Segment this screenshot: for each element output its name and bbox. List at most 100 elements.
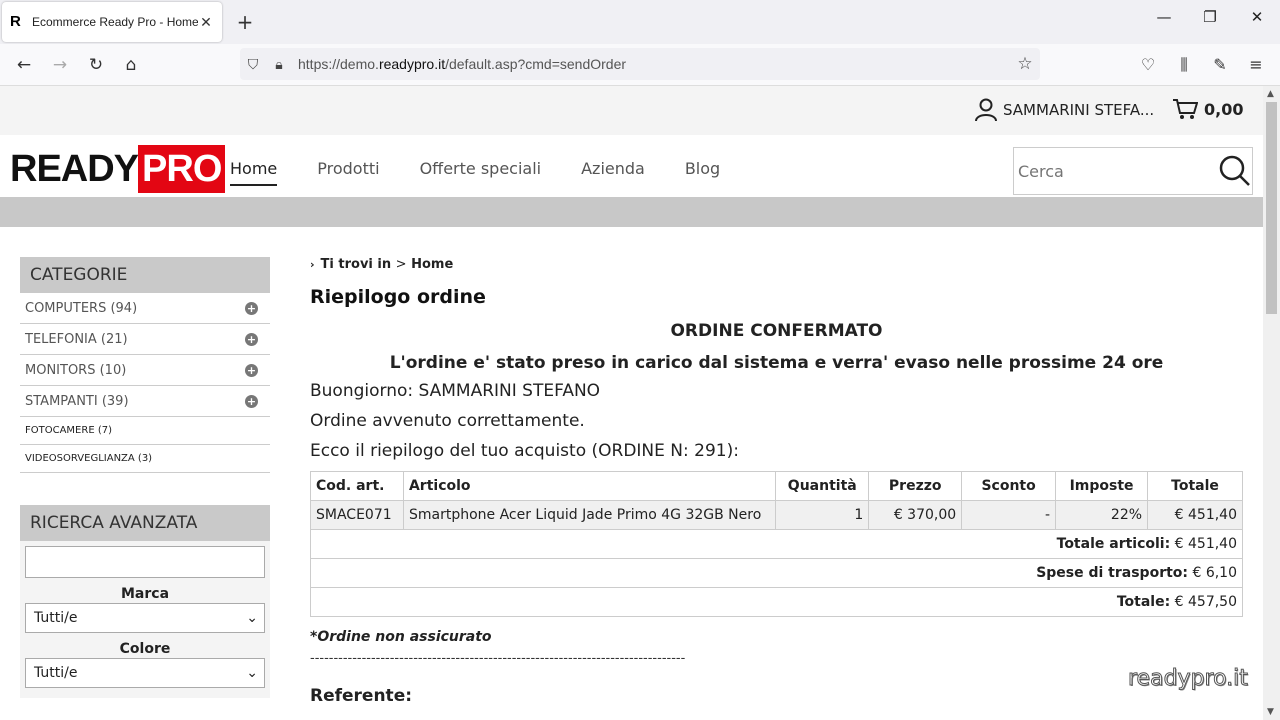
chevron-down-icon: ⌄ <box>246 610 258 626</box>
total-items-cell: Totale articoli: € 451,40 <box>310 529 1243 559</box>
brand-selected-value: Tutti/e <box>34 610 78 626</box>
logo-pro-text: PRO <box>138 145 226 193</box>
dashed-separator: ----------------------------------------… <box>310 651 686 666</box>
search-box <box>1013 147 1253 195</box>
advanced-search-title: RICERCA AVANZATA <box>20 505 270 541</box>
category-label[interactable]: STAMPANTI (39) <box>25 394 129 409</box>
col-cod-art: Cod. art. <box>310 471 404 501</box>
cell-cod-art: SMACE071 <box>310 500 404 530</box>
minimize-icon[interactable]: — <box>1150 8 1178 26</box>
order-confirmed-heading: ORDINE CONFERMATO <box>670 321 883 341</box>
advanced-search-input[interactable] <box>25 546 265 578</box>
cell-quantita: 1 <box>775 500 870 530</box>
address-bar[interactable]: ⛉ 🔒︎ https://demo.readypro.it/default.as… <box>240 48 1040 80</box>
scrollbar-thumb[interactable] <box>1266 102 1277 314</box>
breadcrumb-prefix: Ti trovi in <box>320 257 392 272</box>
search-icon <box>1219 155 1250 186</box>
bookmark-star-icon[interactable]: ☆ <box>1010 54 1040 74</box>
order-confirmed-message: L'ordine e' stato preso in carico dal si… <box>389 353 1164 373</box>
menu-blog[interactable]: Blog <box>685 159 720 186</box>
category-label[interactable]: TELEFONIA (21) <box>25 332 128 347</box>
expand-plus-icon[interactable]: + <box>245 363 258 377</box>
logo-ready-text: READY <box>10 147 139 190</box>
grand-total-value: € 457,50 <box>1174 594 1237 610</box>
brand-select[interactable]: Tutti/e ⌄ <box>25 603 265 633</box>
site-logo[interactable]: READY PRO <box>10 145 226 193</box>
menu-prodotti[interactable]: Prodotti <box>317 159 379 186</box>
extensions-icon[interactable]: ✎ <box>1208 54 1232 76</box>
scroll-up-icon[interactable]: ▲ <box>1267 89 1274 99</box>
category-label[interactable]: MONITORS (10) <box>25 363 126 378</box>
category-stampanti[interactable]: STAMPANTI (39) + <box>20 386 270 417</box>
expand-plus-icon[interactable]: + <box>245 394 258 408</box>
category-computers[interactable]: COMPUTERS (94) + <box>20 293 270 324</box>
menu-icon[interactable]: ≡ <box>1244 54 1268 76</box>
category-fotocamere[interactable]: FOTOCAMERE (7) <box>20 417 270 445</box>
url-text[interactable]: https://demo.readypro.it/default.asp?cmd… <box>292 56 1010 72</box>
category-label[interactable]: VIDEOSORVEGLIANZA (3) <box>25 453 152 464</box>
shield-icon[interactable]: ⛉ <box>240 56 266 73</box>
restore-icon[interactable]: ❐ <box>1196 8 1224 26</box>
expand-plus-icon[interactable]: + <box>245 301 258 315</box>
browser-tab[interactable]: R Ecommerce Ready Pro - Home ✕ <box>2 2 222 42</box>
success-text: Ordine avvenuto correttamente. <box>310 411 585 431</box>
grand-total-label: Totale: <box>1116 594 1171 610</box>
category-videosorveglianza[interactable]: VIDEOSORVEGLIANZA (3) <box>20 445 270 473</box>
col-prezzo: Prezzo <box>868 471 963 501</box>
breadcrumb-home[interactable]: Home <box>411 257 453 272</box>
search-button[interactable] <box>1218 149 1252 193</box>
col-totale: Totale <box>1147 471 1243 501</box>
table-row: SMACE071 Smartphone Acer Liquid Jade Pri… <box>310 500 1243 530</box>
menu-home[interactable]: Home <box>230 159 278 186</box>
menu-offerte-speciali[interactable]: Offerte speciali <box>420 159 542 186</box>
total-items-label: Totale articoli: <box>1056 536 1171 552</box>
chevron-down-icon: ⌄ <box>246 665 258 681</box>
main-content: › Ti trovi in > Home Riepilogo ordine ORD… <box>310 257 1243 706</box>
search-input[interactable] <box>1014 149 1218 193</box>
library-icon[interactable]: ⫼ <box>1172 54 1196 76</box>
pocket-icon[interactable]: ♡ <box>1136 54 1160 76</box>
col-articolo: Articolo <box>402 471 777 501</box>
page-scrollbar[interactable]: ▲ ▼ <box>1263 86 1280 720</box>
lock-icon[interactable]: 🔒︎ <box>266 56 292 73</box>
new-tab-icon[interactable]: + <box>234 10 256 34</box>
cart-link[interactable]: 0,00 <box>1172 98 1243 120</box>
cart-total[interactable]: 0,00 <box>1204 100 1243 119</box>
category-monitors[interactable]: MONITORS (10) + <box>20 355 270 386</box>
sidebar: CATEGORIE COMPUTERS (94) + TELEFONIA (21)… <box>20 257 270 698</box>
window-close-icon[interactable]: ✕ <box>1243 8 1271 26</box>
category-label[interactable]: COMPUTERS (94) <box>25 301 137 316</box>
categories-title: CATEGORIE <box>20 257 270 293</box>
total-items-row: Totale articoli: € 451,40 <box>310 529 1243 559</box>
brand-label: Marca <box>120 586 170 602</box>
scroll-down-icon[interactable]: ▼ <box>1267 707 1274 717</box>
order-table: Cod. art. Articolo Quantità Prezzo Scont… <box>310 471 1243 617</box>
browser-tab-bar: R Ecommerce Ready Pro - Home ✕ + — ❐ ✕ <box>0 0 1280 44</box>
close-tab-icon[interactable]: ✕ <box>198 14 214 31</box>
greeting-text: Buongiorno: SAMMARINI STEFANO <box>310 381 601 401</box>
col-sconto: Sconto <box>961 471 1057 501</box>
cell-sconto: - <box>961 500 1057 530</box>
site-header: READY PRO Home Prodotti Offerte speciali … <box>0 135 1263 197</box>
user-icon <box>975 98 997 122</box>
cell-articolo: Smartphone Acer Liquid Jade Primo 4G 32G… <box>402 500 777 530</box>
shipping-value: € 6,10 <box>1192 565 1237 581</box>
top-strip: SAMMARINI STEFA... 0,00 <box>0 86 1263 135</box>
advanced-search-panel: RICERCA AVANZATA Marca Tutti/e ⌄ Colore T… <box>20 505 270 698</box>
category-telefonia[interactable]: TELEFONIA (21) + <box>20 324 270 355</box>
category-label[interactable]: FOTOCAMERE (7) <box>25 425 112 436</box>
user-account-link[interactable]: SAMMARINI STEFA... <box>975 98 1154 122</box>
user-name[interactable]: SAMMARINI STEFA... <box>1003 101 1154 119</box>
expand-plus-icon[interactable]: + <box>245 332 258 346</box>
tab-title: Ecommerce Ready Pro - Home <box>32 15 198 29</box>
home-icon[interactable]: ⌂ <box>119 54 143 76</box>
grey-divider-bar <box>0 197 1263 227</box>
back-icon[interactable]: ← <box>12 54 36 76</box>
chevron-right-icon: › <box>310 258 315 271</box>
color-select[interactable]: Tutti/e ⌄ <box>25 658 265 688</box>
shipping-label: Spese di trasporto: <box>1036 565 1189 581</box>
insurance-note: *Ordine non assicurato <box>310 629 492 645</box>
forward-icon[interactable]: → <box>48 54 72 76</box>
reload-icon[interactable]: ↻ <box>84 54 108 76</box>
menu-azienda[interactable]: Azienda <box>581 159 645 186</box>
